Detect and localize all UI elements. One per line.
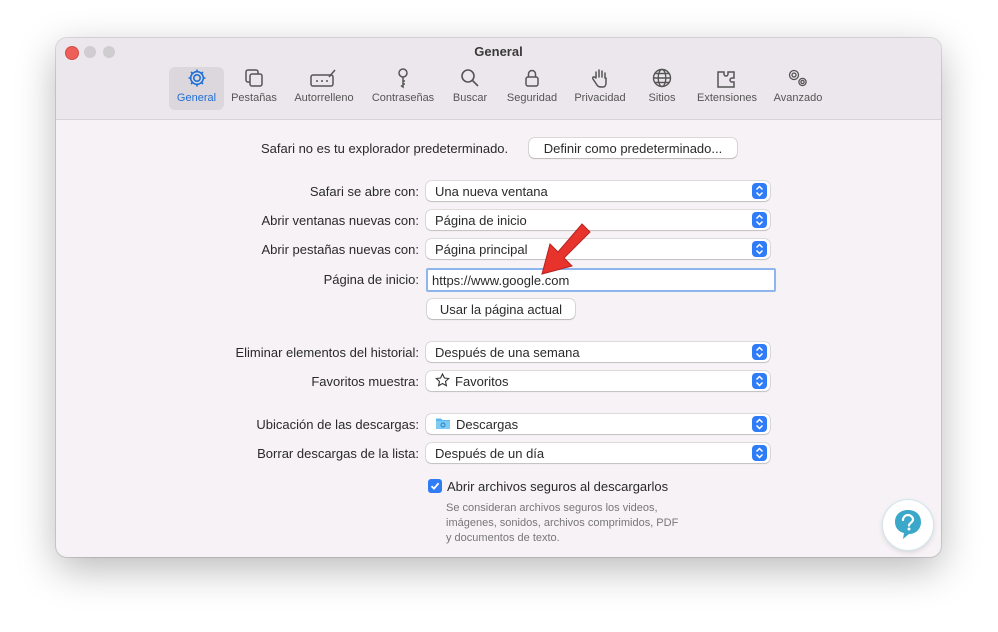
favorites-popup[interactable]: Favoritos bbox=[426, 371, 770, 391]
tab-extensiones[interactable]: Extensiones bbox=[694, 67, 760, 110]
clear-downloads-label: Borrar descargas de la lista: bbox=[257, 446, 419, 461]
watermark-logo-icon bbox=[883, 500, 933, 550]
downloads-location-label: Ubicación de las descargas: bbox=[256, 417, 419, 432]
tab-seguridad[interactable]: Seguridad bbox=[502, 67, 562, 110]
tab-label: Buscar bbox=[452, 92, 488, 104]
hint-line: imágenes, sonidos, archivos comprimidos,… bbox=[446, 517, 679, 529]
downloads-location-popup[interactable]: Descargas bbox=[426, 414, 770, 434]
popup-value: Una nueva ventana bbox=[435, 183, 548, 199]
stepper-arrows-icon bbox=[752, 344, 767, 360]
history-popup[interactable]: Después de una semana bbox=[426, 342, 770, 362]
popup-value: Después de una semana bbox=[435, 344, 580, 360]
tab-label: General bbox=[176, 92, 217, 104]
tab-label: Seguridad bbox=[506, 92, 558, 104]
tab-avanzado[interactable]: Avanzado bbox=[770, 67, 826, 110]
default-browser-message: Safari no es tu explorador predeterminad… bbox=[261, 141, 509, 156]
star-icon bbox=[435, 372, 450, 390]
tab-autorrelleno[interactable]: Autorrelleno bbox=[289, 67, 359, 110]
history-label: Eliminar elementos del historial: bbox=[235, 345, 419, 360]
use-current-page-button[interactable]: Usar la página actual bbox=[427, 299, 575, 319]
open-safe-files-hint: Se consideran archivos seguros los video… bbox=[446, 501, 746, 546]
clear-downloads-popup[interactable]: Después de un día bbox=[426, 443, 770, 463]
key-icon bbox=[388, 67, 418, 89]
popup-value: Descargas bbox=[456, 416, 519, 432]
popup-content: Favoritos bbox=[435, 372, 752, 390]
open-safe-files-checkbox[interactable] bbox=[428, 479, 442, 493]
tab-buscar[interactable]: Buscar bbox=[448, 67, 492, 110]
popup-value: Después de un día bbox=[435, 445, 545, 461]
popup-value: Página principal bbox=[435, 241, 528, 257]
tab-label: Extensiones bbox=[697, 92, 757, 104]
title-bar: General General Pestañas Autorrelleno Co… bbox=[56, 38, 941, 120]
tab-label: Autorrelleno bbox=[294, 92, 354, 104]
tab-label: Contraseñas bbox=[371, 92, 435, 104]
checkmark-icon bbox=[430, 482, 440, 490]
opens-with-label: Safari se abre con: bbox=[309, 184, 419, 199]
new-tabs-popup[interactable]: Página principal bbox=[426, 239, 770, 259]
annotation-arrow-icon bbox=[536, 220, 592, 283]
new-windows-popup[interactable]: Página de inicio bbox=[426, 210, 770, 230]
gears-icon bbox=[783, 67, 813, 89]
popup-content: Descargas bbox=[435, 416, 752, 433]
tab-label: Sitios bbox=[648, 92, 676, 104]
popup-value: Página de inicio bbox=[435, 212, 527, 228]
preferences-window: General General Pestañas Autorrelleno Co… bbox=[56, 38, 941, 557]
homepage-field[interactable]: https://www.google.com bbox=[426, 268, 776, 292]
tab-privacidad[interactable]: Privacidad bbox=[570, 67, 630, 110]
globe-icon bbox=[647, 67, 677, 89]
folder-icon bbox=[435, 416, 451, 433]
stepper-arrows-icon bbox=[752, 373, 767, 389]
puzzle-icon bbox=[712, 67, 742, 89]
search-icon bbox=[455, 67, 485, 89]
lock-icon bbox=[517, 67, 547, 89]
popup-value: Favoritos bbox=[455, 373, 509, 389]
tab-general[interactable]: General bbox=[169, 67, 224, 110]
hint-line: y documentos de texto. bbox=[446, 532, 560, 544]
autofill-icon bbox=[309, 67, 339, 89]
homepage-label: Página de inicio: bbox=[323, 272, 419, 287]
tab-pestanas[interactable]: Pestañas bbox=[227, 67, 281, 110]
opens-with-popup[interactable]: Una nueva ventana bbox=[426, 181, 770, 201]
tab-contrasenas[interactable]: Contraseñas bbox=[368, 67, 438, 110]
gear-icon bbox=[182, 67, 212, 89]
new-windows-label: Abrir ventanas nuevas con: bbox=[261, 213, 419, 228]
new-tabs-label: Abrir pestañas nuevas con: bbox=[261, 242, 419, 257]
favorites-label: Favoritos muestra: bbox=[311, 374, 419, 389]
stepper-arrows-icon bbox=[752, 241, 767, 257]
tab-sitios[interactable]: Sitios bbox=[642, 67, 682, 110]
set-default-button[interactable]: Definir como predeterminado... bbox=[529, 138, 737, 158]
stepper-arrows-icon bbox=[752, 183, 767, 199]
stepper-arrows-icon bbox=[752, 212, 767, 228]
window-title: General bbox=[474, 44, 523, 59]
tab-label: Pestañas bbox=[231, 92, 277, 104]
tabs-icon bbox=[239, 67, 269, 89]
hint-line: Se consideran archivos seguros los video… bbox=[446, 502, 658, 514]
tab-label: Privacidad bbox=[574, 92, 626, 104]
stepper-arrows-icon bbox=[752, 445, 767, 461]
open-safe-files-label: Abrir archivos seguros al descargarlos bbox=[447, 479, 669, 494]
hand-icon bbox=[585, 67, 615, 89]
stepper-arrows-icon bbox=[752, 416, 767, 432]
tab-label: Avanzado bbox=[773, 92, 823, 104]
